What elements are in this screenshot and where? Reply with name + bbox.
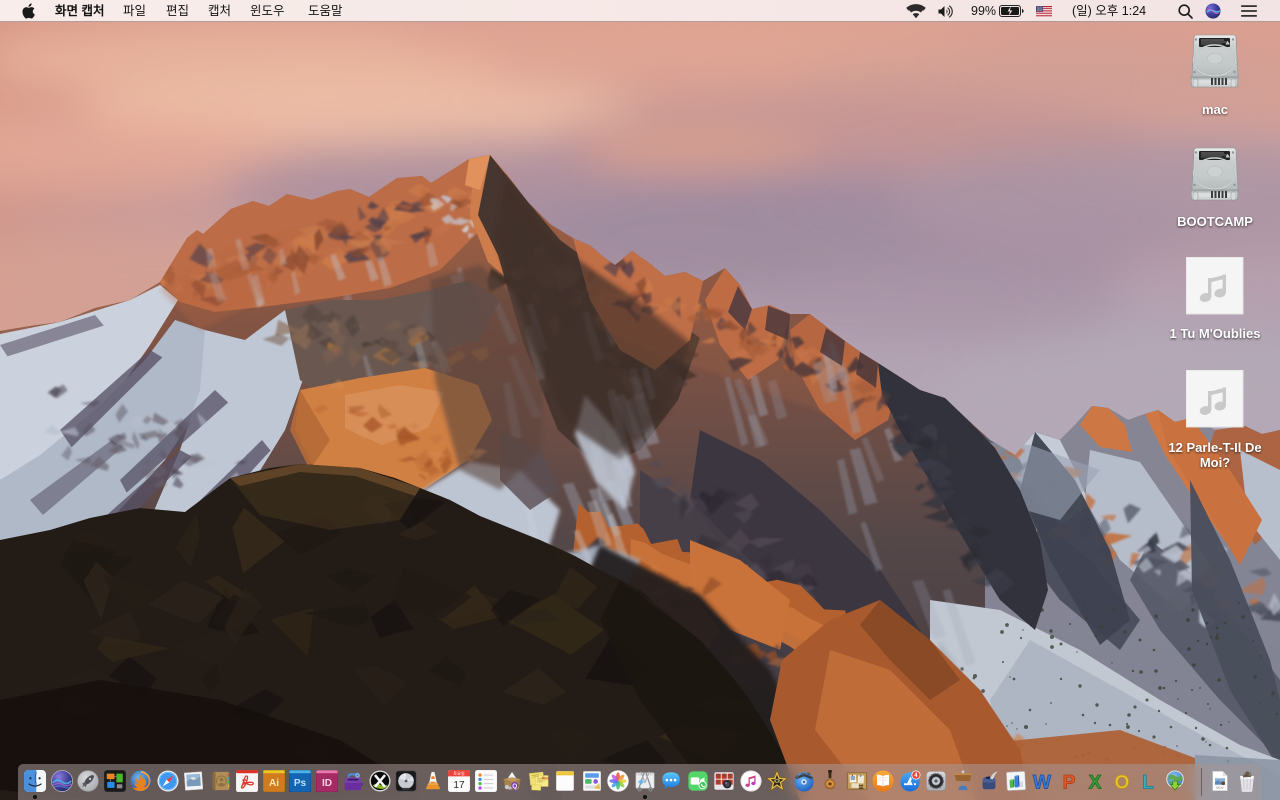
- svg-text:ID: ID: [321, 778, 331, 789]
- svg-text:Ps: Ps: [294, 778, 307, 789]
- svg-text:17: 17: [453, 780, 465, 791]
- svg-text:X: X: [1089, 772, 1102, 792]
- svg-text:MOV: MOV: [1216, 786, 1224, 790]
- svg-text:Rtm: Rtm: [541, 776, 549, 780]
- svg-text:P: P: [1062, 772, 1075, 792]
- svg-text:토요일: 토요일: [453, 770, 465, 776]
- svg-text:O: O: [1114, 772, 1129, 792]
- svg-text:Ai: Ai: [268, 778, 278, 789]
- svg-text:Q: Q: [512, 783, 517, 790]
- svg-text:W: W: [1033, 772, 1052, 792]
- svg-text:L: L: [1142, 772, 1154, 792]
